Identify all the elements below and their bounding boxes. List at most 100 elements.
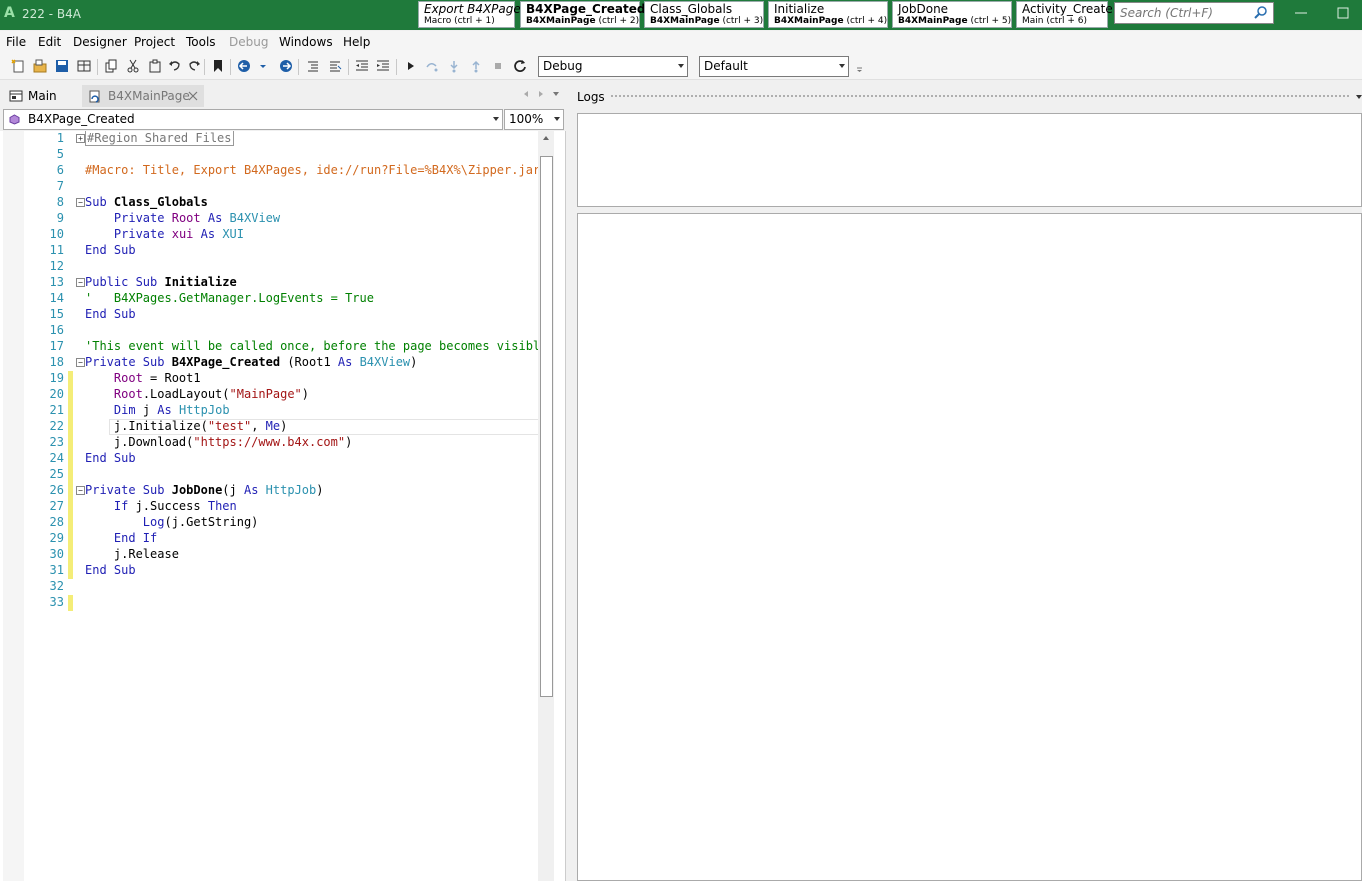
search-icon xyxy=(1254,6,1267,19)
save-icon[interactable] xyxy=(54,58,70,74)
code-line: 32 xyxy=(49,579,64,593)
quick-tab-b4xpage-created[interactable]: B4XPage_Created B4XMainPage (ctrl + 2) xyxy=(520,1,645,28)
device-select[interactable]: Default xyxy=(699,56,849,77)
run-icon[interactable] xyxy=(403,58,419,74)
uncomment-block-icon[interactable] xyxy=(327,58,343,74)
menu-help[interactable]: Help xyxy=(343,35,370,49)
menu-tools[interactable]: Tools xyxy=(186,35,216,49)
quick-tab-class-globals[interactable]: Class_Globals B4XMainPage (ctrl + 3) xyxy=(644,1,764,28)
scroll-up-icon[interactable] xyxy=(542,135,550,141)
b4a-logo-icon: A xyxy=(4,5,15,21)
code-line: 27 If j.Success Then xyxy=(49,499,237,515)
step-out-icon[interactable] xyxy=(468,58,484,74)
code-line: 5 xyxy=(56,147,64,161)
expand-icon[interactable]: + xyxy=(76,134,85,143)
editor-left-margin xyxy=(3,131,24,881)
indent-icon[interactable] xyxy=(375,58,391,74)
copy-icon[interactable] xyxy=(103,58,119,74)
collapse-icon[interactable]: − xyxy=(76,486,85,495)
logs-filter-area[interactable] xyxy=(577,113,1362,207)
toolbar-separator xyxy=(348,59,349,75)
tab-main[interactable]: Main xyxy=(2,85,78,107)
navigate-forward-icon[interactable] xyxy=(278,58,294,74)
menu-bar: File Edit Designer Project Tools Debug W… xyxy=(0,31,1362,53)
panel-drag-grip[interactable] xyxy=(610,94,1350,99)
code-line: 7 xyxy=(56,179,64,193)
code-area[interactable]: 1 + #Region Shared Files 5 6 #Macro: Title,… xyxy=(24,131,538,881)
code-line: 6 #Macro: Title, Export B4XPages, ide://r… xyxy=(56,163,538,177)
step-over-icon[interactable] xyxy=(424,58,440,74)
bookmark-icon[interactable] xyxy=(210,58,226,74)
zoom-select[interactable]: 100% xyxy=(504,109,564,130)
redo-icon[interactable] xyxy=(186,58,202,74)
scroll-tabs-left-icon[interactable] xyxy=(522,90,530,98)
comment-block-icon[interactable] xyxy=(305,58,321,74)
navigate-back-icon[interactable] xyxy=(236,58,252,74)
code-line: 18− Private Sub B4XPage_Created (Root1 As… xyxy=(49,355,418,369)
code-line: 25 xyxy=(24,467,538,483)
collapse-icon[interactable]: − xyxy=(76,198,85,207)
document-tabs: Main B4XMainPage xyxy=(0,83,566,107)
stop-icon[interactable] xyxy=(490,58,506,74)
quick-tab-jobdone[interactable]: JobDone B4XMainPage (ctrl + 5) xyxy=(892,1,1012,28)
chevron-down-icon xyxy=(839,64,845,68)
code-line: 30 j.Release xyxy=(49,547,179,563)
code-line: 14 ' B4XPages.GetManager.LogEvents = True xyxy=(49,291,374,305)
method-icon xyxy=(9,114,20,125)
open-folder-icon[interactable] xyxy=(32,58,48,74)
menu-file[interactable]: File xyxy=(6,35,26,49)
code-line: 17 'This event will be called once, befor… xyxy=(49,339,538,353)
code-line: 19 Root = Root1 xyxy=(49,371,201,387)
maximize-icon[interactable] xyxy=(1334,5,1352,21)
collapse-icon[interactable]: − xyxy=(76,278,85,287)
minimize-icon[interactable] xyxy=(1292,5,1310,21)
code-line: 20 Root.LoadLayout("MainPage") xyxy=(49,387,309,403)
search-box[interactable] xyxy=(1114,2,1274,24)
sub-selector[interactable]: B4XPage_Created xyxy=(3,109,503,130)
chevron-down-icon[interactable] xyxy=(258,58,268,74)
tab-list-dropdown-icon[interactable] xyxy=(552,90,560,98)
scroll-tabs-right-icon[interactable] xyxy=(537,90,545,98)
cut-icon[interactable] xyxy=(125,58,141,74)
chevron-down-icon[interactable] xyxy=(1356,94,1362,100)
toolbar-separator xyxy=(97,59,98,75)
step-in-icon[interactable] xyxy=(446,58,462,74)
outdent-icon[interactable] xyxy=(354,58,370,74)
search-input[interactable] xyxy=(1115,3,1245,23)
code-line: 22 j.Initialize("test", Me) xyxy=(49,419,288,435)
save-all-icon[interactable] xyxy=(76,58,92,74)
code-line: 31 End Sub xyxy=(49,563,136,579)
new-file-icon[interactable] xyxy=(10,58,26,74)
logs-panel: Logs xyxy=(570,85,1362,881)
code-line: 21 Dim j As HttpJob xyxy=(49,403,230,419)
close-icon[interactable] xyxy=(188,91,198,101)
editor-vertical-scrollbar[interactable] xyxy=(538,131,554,881)
undo-icon[interactable] xyxy=(167,58,183,74)
code-line: 11 End Sub xyxy=(49,243,136,257)
build-config-select[interactable]: Debug xyxy=(538,56,688,77)
menu-debug[interactable]: Debug xyxy=(229,35,268,49)
form-icon xyxy=(9,90,23,102)
quick-tab-initialize[interactable]: Initialize B4XMainPage (ctrl + 4) xyxy=(768,1,888,28)
code-line: 24 End Sub xyxy=(49,451,136,467)
tab-b4xmainpage[interactable]: B4XMainPage xyxy=(82,85,204,107)
quick-tab-export-b4xpages[interactable]: Export B4XPages Macro (ctrl + 1) xyxy=(418,1,527,28)
code-line: 16 xyxy=(49,323,64,337)
paste-icon[interactable] xyxy=(147,58,163,74)
menu-windows[interactable]: Windows xyxy=(279,35,333,49)
code-editor[interactable]: 1 + #Region Shared Files 5 6 #Macro: Title,… xyxy=(0,131,566,881)
quick-tab-activity-create[interactable]: Activity_Create Main (ctrl + 6) xyxy=(1016,1,1113,28)
toolbar-separator xyxy=(204,59,205,75)
toolbar-overflow-icon[interactable] xyxy=(855,58,865,74)
logs-output-area[interactable] xyxy=(577,213,1362,881)
scrollbar-thumb[interactable] xyxy=(540,156,553,697)
code-line: 1 + #Region Shared Files xyxy=(56,131,234,146)
menu-project[interactable]: Project xyxy=(134,35,175,49)
collapse-icon[interactable]: − xyxy=(76,358,85,367)
toolbar-separator xyxy=(396,59,397,75)
toolbar-separator xyxy=(230,59,231,75)
menu-edit[interactable]: Edit xyxy=(38,35,61,49)
restart-icon[interactable] xyxy=(512,58,528,74)
menu-designer[interactable]: Designer xyxy=(73,35,127,49)
class-module-icon xyxy=(89,90,100,103)
